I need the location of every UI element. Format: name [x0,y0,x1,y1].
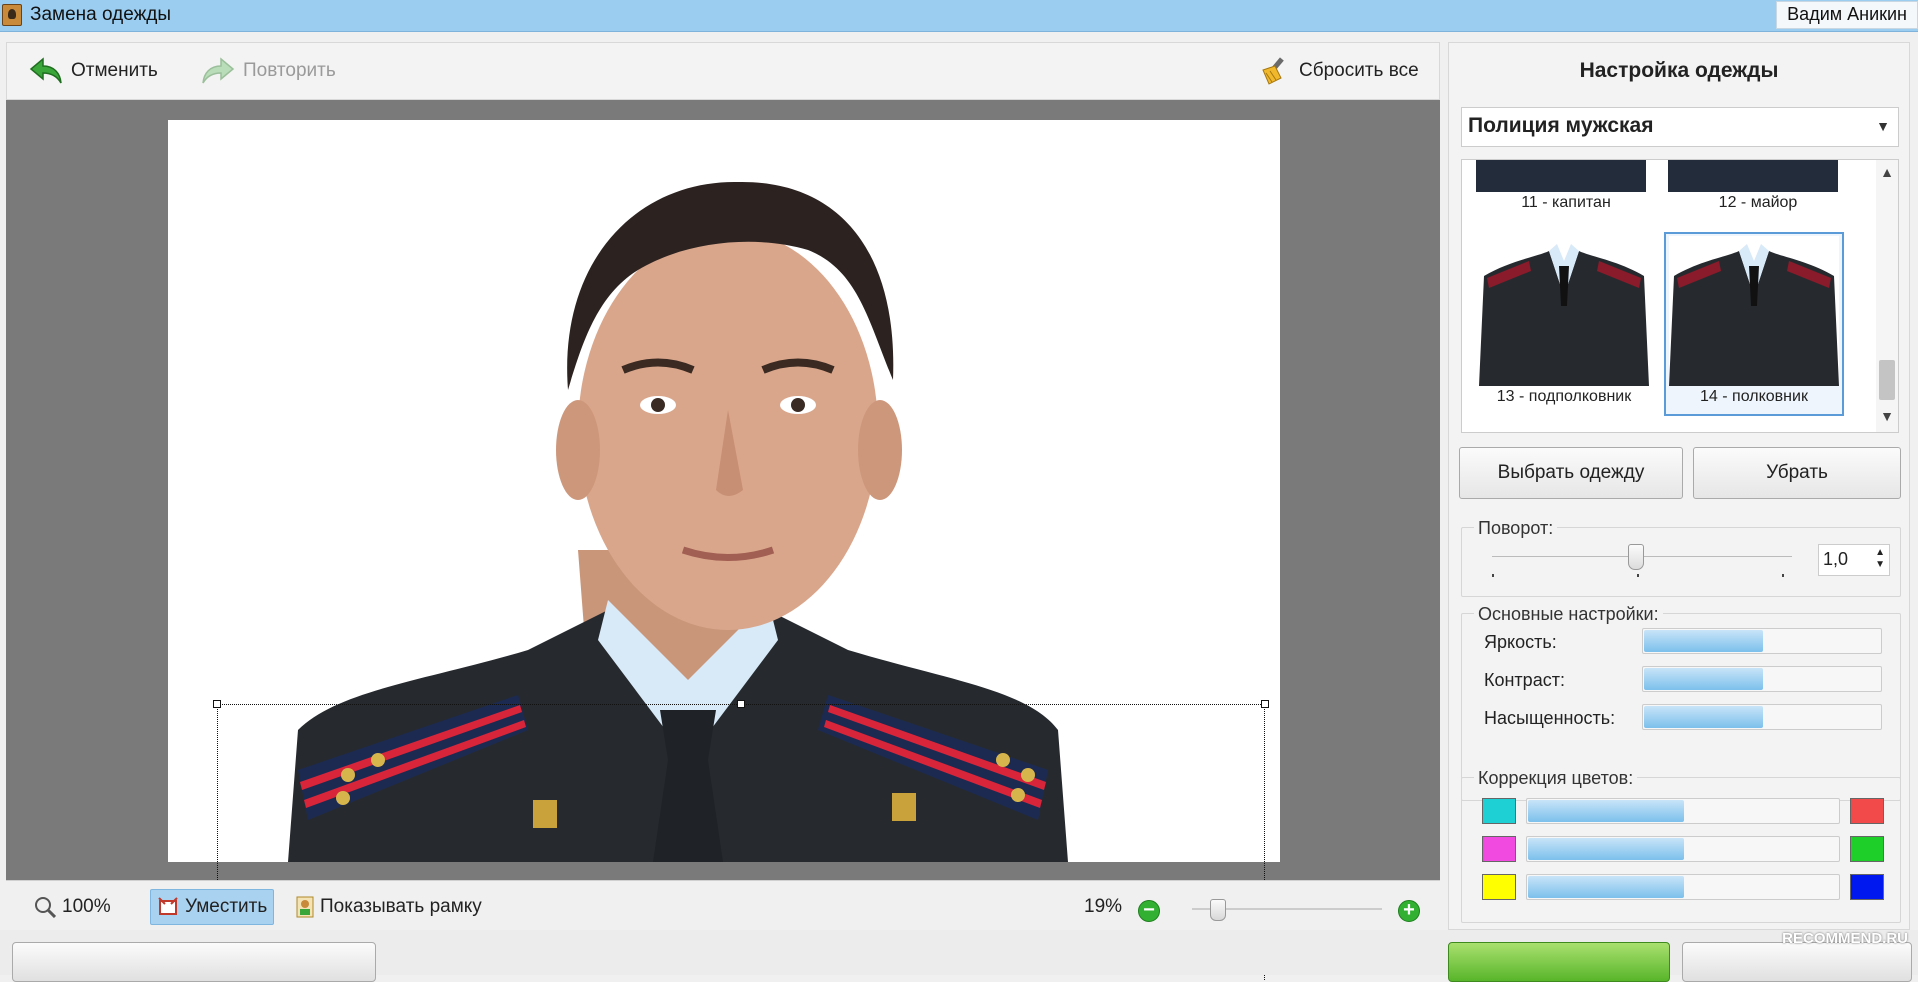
show-frame-label: Показывать рамку [320,896,482,917]
color-balance-fill [1528,876,1684,898]
remove-button[interactable]: Убрать [1693,447,1901,499]
toolbar: Отменить Повторить Сбросить все [6,42,1440,100]
color-swatch-left [1482,874,1516,900]
color-balance-fill [1528,800,1684,822]
zoom-slider-thumb[interactable] [1210,899,1226,921]
category-value: Полиция мужская [1468,114,1654,137]
spin-arrows-icon[interactable]: ▲ ▼ [1875,547,1885,571]
color-balance-slider[interactable] [1526,798,1840,824]
slider-tick [1492,574,1494,577]
zoom-out-icon[interactable]: − [1138,900,1160,922]
category-dropdown[interactable]: Полиция мужская ▼ [1461,107,1899,147]
saturation-row: Насыщенность: [1474,704,1894,734]
scrollbar-thumb[interactable] [1879,360,1895,400]
panel-title: Настройка одежды [1579,59,1779,82]
brightness-label: Яркость: [1484,632,1557,652]
gallery-scrollbar[interactable]: ▲ ▼ [1876,160,1898,432]
brightness-row: Яркость: [1474,628,1894,658]
clothing-settings-panel: Настройка одежды Полиция мужская ▼ 11 - … [1448,42,1910,930]
color-correction-group: Коррекция цветов: [1461,768,1901,923]
zoom-in-icon[interactable]: + [1398,900,1420,922]
color-swatch-right [1850,836,1884,862]
cancel-button[interactable] [1682,942,1912,982]
slider-tick [1637,574,1639,577]
show-frame-toggle[interactable]: Показывать рамку [296,889,482,925]
saturation-label: Насыщенность: [1484,708,1616,728]
gallery-item-label: 13 - подполковник [1496,388,1632,405]
rotation-slider[interactable] [1492,542,1792,577]
window-title: Замена одежды [30,4,172,25]
app-icon [2,4,22,26]
color-correction-title: Коррекция цветов: [1474,768,1638,789]
redo-button[interactable]: Повторить [201,53,336,89]
reset-all-button[interactable]: Сбросить все [1257,53,1419,89]
bottom-action-bar [0,930,1918,982]
rotation-title: Поворот: [1474,518,1558,539]
uniform-thumbnail [1476,160,1646,192]
brightness-fill [1644,630,1763,652]
fit-label: Уместить [185,896,268,917]
zoom-100-button[interactable]: 100% [34,889,111,925]
zoom-100-label: 100% [62,896,111,917]
color-balance-fill [1528,838,1684,860]
contrast-fill [1644,668,1763,690]
contrast-slider[interactable] [1642,666,1882,692]
scroll-up-icon[interactable]: ▲ [1876,164,1898,184]
color-balance-slider[interactable] [1526,874,1840,900]
basic-settings-title: Основные настройки: [1474,604,1663,625]
gallery-item-12[interactable]: 12 - майор [1668,160,1848,220]
brightness-slider[interactable] [1642,628,1882,654]
undo-button[interactable]: Отменить [29,53,158,89]
rotation-value: 1,0 [1823,549,1849,569]
contrast-row: Контраст: [1474,666,1894,696]
gallery-item-label: 11 - капитан [1521,194,1611,211]
choose-clothing-button[interactable]: Выбрать одежду [1459,447,1683,499]
color-swatch-left [1482,836,1516,862]
uniform-thumbnail [1668,160,1838,192]
magnifier-icon [34,896,57,919]
gallery-item-label: 12 - майор [1718,194,1798,211]
gallery-item-label: 14 - полковник [1700,388,1808,405]
apply-button[interactable] [1448,942,1670,982]
rotation-slider-thumb[interactable] [1628,544,1644,570]
rotation-group: Поворот: 1,0 ▲ ▼ [1461,518,1901,597]
clothing-gallery: 11 - капитан 12 - майор 13 - подполковни… [1461,159,1899,433]
user-name[interactable]: Вадим Аникин [1776,1,1918,29]
redo-arrow-icon [201,56,235,86]
saturation-fill [1644,706,1763,728]
reset-all-label: Сбросить все [1299,60,1419,81]
status-bar: 100% Уместить Показывать рамку 19% − + [6,880,1440,930]
gallery-item-14[interactable]: 14 - полковник [1664,232,1844,416]
slider-tick [1782,574,1784,577]
uniform-thumbnail [1669,236,1839,386]
resize-handle-top-left[interactable] [213,700,221,708]
redo-label: Повторить [243,60,336,81]
zoom-percent: 19% [1084,896,1123,917]
resize-handle-top-right[interactable] [1261,700,1269,708]
fit-button[interactable]: Уместить [150,889,275,925]
rotation-spinbox[interactable]: 1,0 ▲ ▼ [1818,544,1890,576]
title-bar: Замена одежды Вадим Аникин [0,0,1918,32]
zoom-slider[interactable] [1192,899,1382,921]
color-swatch-right [1850,798,1884,824]
color-swatch-right [1850,874,1884,900]
broom-icon [1257,56,1291,86]
contrast-label: Контраст: [1484,670,1565,690]
color-swatch-left [1482,798,1516,824]
fit-icon [157,896,179,918]
scroll-down-icon[interactable]: ▼ [1876,408,1898,428]
watermark: RECOMMEND.RU [1782,930,1908,947]
resize-handle-top-center[interactable] [737,700,745,708]
color-balance-slider[interactable] [1526,836,1840,862]
gallery-item-13[interactable]: 13 - подполковник [1474,234,1654,414]
bottom-left-button[interactable] [12,942,376,982]
undo-arrow-icon [29,56,63,86]
chevron-down-icon: ▼ [1876,118,1890,134]
gallery-item-11[interactable]: 11 - капитан [1476,160,1656,220]
saturation-slider[interactable] [1642,704,1882,730]
undo-label: Отменить [71,60,158,81]
person-frame-icon [296,896,314,918]
canvas-area [6,100,1440,980]
uniform-thumbnail [1479,236,1649,386]
